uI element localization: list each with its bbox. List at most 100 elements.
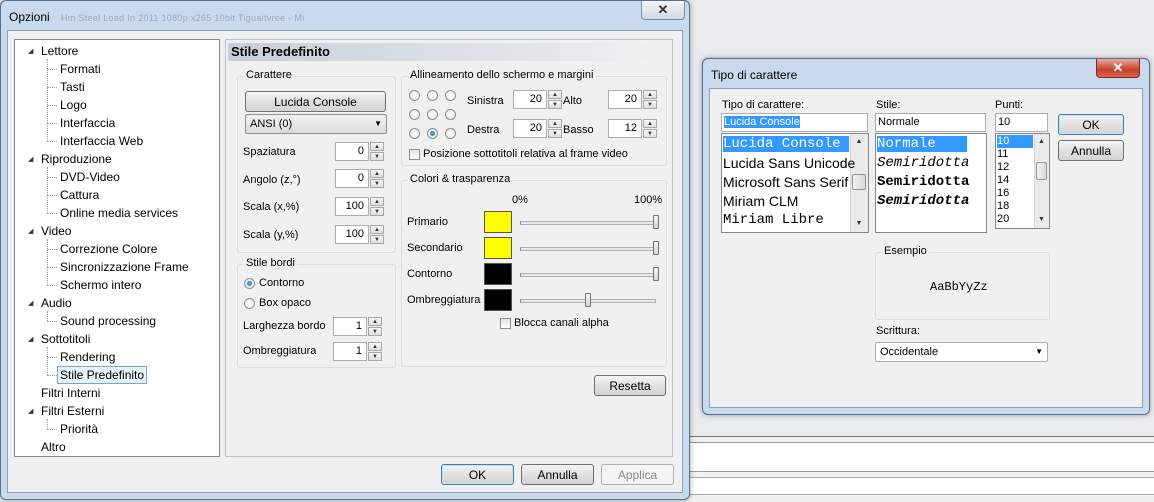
size-list-item[interactable]: 11 — [997, 148, 1008, 161]
scroll-down-icon[interactable]: ▼ — [851, 216, 867, 232]
tree-item[interactable]: Correzione Colore — [60, 241, 157, 257]
stepper-down-icon[interactable]: ▼ — [370, 235, 384, 244]
stepper-up-icon[interactable]: ▲ — [370, 197, 384, 206]
close-icon[interactable]: ✕ — [1096, 59, 1140, 78]
tree-item[interactable]: Interfaccia — [60, 115, 115, 131]
style-list-item[interactable]: Semiridotta — [877, 174, 969, 190]
box-opaco-radio-label[interactable]: Box opaco — [259, 297, 311, 309]
tree-category[interactable]: Altro — [41, 439, 66, 455]
font-list-item[interactable]: Microsoft Sans Serif — [723, 174, 848, 190]
scrollbar[interactable]: ▲ ▼ — [850, 134, 868, 232]
tree-item[interactable]: Sincronizzazione Frame — [60, 259, 189, 275]
position-top-left-radio[interactable] — [409, 90, 420, 101]
stepper-up-icon[interactable]: ▲ — [370, 169, 384, 178]
size-list-item[interactable]: 20 — [997, 213, 1009, 226]
alpha-slider[interactable] — [520, 290, 656, 310]
options-titlebar[interactable]: Opzioni Hm Steel Load In 2011 1080p x265… — [1, 1, 689, 29]
destra-value[interactable]: 20 — [513, 119, 547, 138]
close-icon[interactable]: ✕ — [641, 1, 685, 20]
slider-track[interactable] — [520, 273, 656, 277]
angolo-stepper[interactable]: 0 ▲ ▼ — [335, 169, 385, 188]
tree-item[interactable]: Rendering — [60, 349, 115, 365]
tree-category[interactable]: Video — [41, 223, 71, 239]
scroll-up-icon[interactable]: ▲ — [851, 134, 867, 150]
tree-item[interactable]: Tasti — [60, 79, 85, 95]
ok-button[interactable]: OK — [441, 464, 514, 485]
apply-button[interactable]: Applica — [601, 464, 674, 485]
tree-item[interactable]: Cattura — [60, 187, 99, 203]
stepper-up-icon[interactable]: ▲ — [643, 119, 657, 128]
tree-category[interactable]: Riproduzione — [41, 151, 112, 167]
slider-thumb[interactable] — [653, 267, 659, 281]
scrollbar[interactable]: ▲ ▼ — [1034, 134, 1049, 228]
scroll-thumb[interactable] — [1036, 162, 1047, 180]
ombreggiatura-stepper[interactable]: 1 ▲ ▼ — [333, 342, 383, 361]
stepper-down-icon[interactable]: ▼ — [370, 152, 384, 161]
tree-expander-icon[interactable]: ◢ — [28, 335, 33, 343]
size-list-item[interactable]: 18 — [997, 200, 1009, 213]
font-list-item[interactable]: Miriam CLM — [723, 193, 798, 209]
stepper-up-icon[interactable]: ▲ — [643, 90, 657, 99]
tree-item[interactable]: DVD-Video — [60, 169, 120, 185]
style-list[interactable]: Normale Semiridotta Semiridotta Semiridotta — [875, 133, 987, 233]
font-button[interactable]: Lucida Console — [245, 91, 386, 112]
stepper-up-icon[interactable]: ▲ — [368, 317, 382, 326]
size-list[interactable]: ▲ ▼ 10 11 12 14 16 18 20 — [995, 133, 1050, 229]
slider-track[interactable] — [520, 247, 656, 251]
color-swatch-button[interactable] — [484, 237, 512, 259]
alto-stepper[interactable]: 20 ▲ ▼ — [608, 90, 658, 109]
posizione-relativa-label[interactable]: Posizione sottotitoli relativa al frame … — [423, 148, 628, 160]
tree-category[interactable]: Lettore — [41, 43, 78, 59]
size-list-item[interactable]: 12 — [997, 161, 1009, 174]
alto-value[interactable]: 20 — [608, 90, 642, 109]
position-bottom-center-radio[interactable] — [427, 128, 438, 139]
tree-item[interactable]: Logo — [60, 97, 87, 113]
size-list-item[interactable]: 10 — [997, 135, 1033, 148]
tree-item[interactable]: Formati — [60, 61, 101, 77]
font-list-item[interactable]: Miriam Libre — [723, 212, 824, 228]
style-input[interactable]: Normale — [875, 113, 986, 132]
tree-category[interactable]: Sottotitoli — [41, 331, 90, 347]
larghezza-bordo-stepper[interactable]: 1 ▲ ▼ — [333, 317, 383, 336]
tree-expander-icon[interactable]: ◢ — [28, 155, 33, 163]
alpha-slider[interactable] — [520, 264, 659, 284]
scala-y-stepper[interactable]: 100 ▲ ▼ — [335, 225, 385, 244]
style-list-item[interactable]: Semiridotta — [877, 155, 969, 171]
stepper-down-icon[interactable]: ▼ — [548, 129, 562, 138]
size-list-item[interactable]: 16 — [997, 187, 1009, 200]
position-bottom-left-radio[interactable] — [409, 128, 420, 139]
scala-x-stepper[interactable]: 100 ▲ ▼ — [335, 197, 385, 216]
blocca-alpha-checkbox[interactable] — [500, 318, 511, 329]
font-list-item[interactable]: Lucida Sans Unicode — [723, 155, 855, 171]
tree-expander-icon[interactable]: ◢ — [28, 299, 33, 307]
ombreggiatura-value[interactable]: 1 — [333, 342, 367, 361]
scroll-up-icon[interactable]: ▲ — [1035, 134, 1048, 150]
style-list-item[interactable]: Normale — [877, 136, 967, 152]
size-list-item[interactable]: 14 — [997, 174, 1009, 187]
spaziatura-value[interactable]: 0 — [335, 142, 369, 161]
tree-item[interactable]: Interfaccia Web — [60, 133, 143, 149]
scala-x-value[interactable]: 100 — [335, 197, 369, 216]
stepper-up-icon[interactable]: ▲ — [370, 225, 384, 234]
destra-stepper[interactable]: 20 ▲ ▼ — [513, 119, 563, 138]
font-dialog-titlebar[interactable]: Tipo di carattere ✕ — [703, 59, 1149, 87]
scroll-down-icon[interactable]: ▼ — [1035, 212, 1048, 228]
slider-thumb[interactable] — [653, 215, 659, 229]
tree-item[interactable]: Online media services — [60, 205, 178, 221]
position-middle-center-radio[interactable] — [427, 109, 438, 120]
position-middle-left-radio[interactable] — [409, 109, 420, 120]
stepper-down-icon[interactable]: ▼ — [643, 100, 657, 109]
alpha-slider[interactable] — [520, 212, 659, 232]
stepper-down-icon[interactable]: ▼ — [548, 100, 562, 109]
position-middle-right-radio[interactable] — [445, 109, 456, 120]
basso-stepper[interactable]: 12 ▲ ▼ — [608, 119, 658, 138]
position-bottom-right-radio[interactable] — [445, 128, 456, 139]
font-family-input[interactable]: Lucida Console — [721, 113, 868, 132]
tree-category[interactable]: Filtri Esterni — [41, 403, 104, 419]
sinistra-value[interactable]: 20 — [513, 90, 547, 109]
contorno-radio[interactable] — [244, 278, 255, 289]
cancel-button[interactable]: Annulla — [521, 464, 594, 485]
stepper-down-icon[interactable]: ▼ — [370, 207, 384, 216]
tree-category[interactable]: Filtri Interni — [41, 385, 100, 401]
angolo-value[interactable]: 0 — [335, 169, 369, 188]
